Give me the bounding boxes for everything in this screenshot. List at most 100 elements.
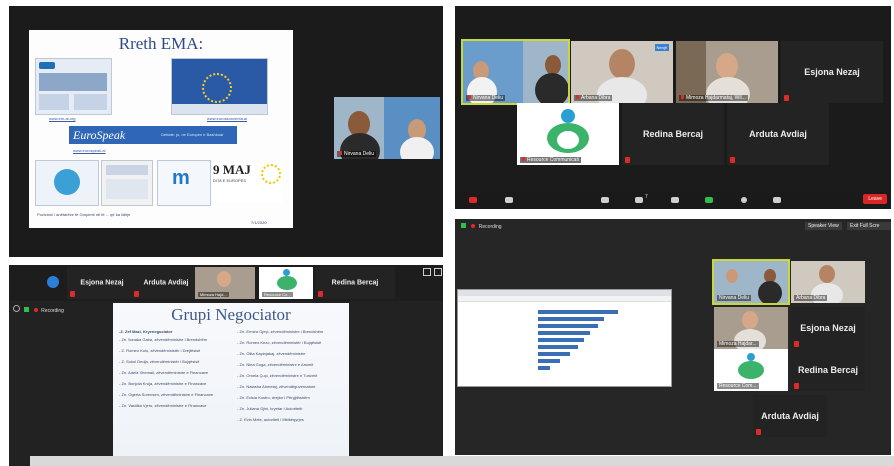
strip-tile-esjona-nezaj[interactable]: Esjona Nezaj <box>67 267 137 299</box>
person-avatar <box>545 55 561 75</box>
record-dot-icon <box>471 224 476 228</box>
website-thumbnail-bottom-left <box>35 160 99 206</box>
video-tile-nirvana-deliu[interactable]: Nirvana Deliu <box>461 39 570 105</box>
mic-muted-icon <box>625 157 630 163</box>
resource-logo-icon <box>277 269 297 291</box>
strip-tile-redina-bercaj[interactable]: Redina Bercaj <box>315 267 395 299</box>
website-thumbnail-bottom-mid <box>101 160 153 206</box>
date-badge-9-maj: 9 MAJ DITA E EUROPËS <box>213 162 283 202</box>
browser-address-bar <box>458 296 671 302</box>
info-icon <box>13 305 20 312</box>
chart-bar <box>538 338 584 342</box>
participants-count: 7 <box>645 194 648 200</box>
meeting-panel-bottom-right: Recording Speaker View Exit Full Scre Ni… <box>455 219 891 455</box>
participants-icon[interactable] <box>635 197 643 203</box>
mic-muted-icon <box>730 157 735 163</box>
speaker-view-button[interactable]: Speaker View <box>805 222 842 230</box>
chart-bar <box>538 310 618 314</box>
video-tile-redina-bercaj[interactable]: Redina Bercaj <box>622 103 724 165</box>
strip-nav-left-button[interactable] <box>47 276 59 288</box>
video-camera-icon[interactable] <box>505 197 513 203</box>
video-tile-arduta-avdiaj[interactable]: Arduta Avdiaj <box>753 395 827 437</box>
list-item: - Z. Sokol Dedja, zëvendëministër i Bujq… <box>119 359 200 364</box>
list-item: - Zn. Evisia Kostro, drejtor i Përgjiths… <box>237 395 310 400</box>
eu-stars-icon-small <box>261 164 281 184</box>
list-item: - Zn. Bonjola Kruja, zëvendëministre e F… <box>119 381 207 386</box>
shield-icon <box>24 307 30 312</box>
mic-muted-icon <box>70 291 75 297</box>
participant-name: Esjona Nezaj <box>804 67 860 77</box>
strip-tile-mimoza[interactable]: Mimoza Hajd... <box>195 267 255 299</box>
chart-bar <box>538 317 604 321</box>
share-screen-icon[interactable] <box>705 197 713 203</box>
chart-bar <box>538 345 578 349</box>
ema-logo-icon <box>39 62 55 69</box>
participant-name-label: Mimoza Hajdarmataj, Wil... <box>679 95 748 101</box>
mic-muted-icon <box>134 291 139 297</box>
slide-caption: Pozicioni i anëtarëve të Grupimit në të … <box>37 212 131 217</box>
mic-muted-icon <box>318 291 323 297</box>
video-tile-nirvana-deliu[interactable]: Nirvana Deliu <box>334 97 440 159</box>
video-tile-arbana-dibra[interactable]: Arbana Dibra <box>791 261 865 303</box>
mic-muted-icon <box>784 95 789 101</box>
bar-chart <box>498 308 658 380</box>
list-item: - Zn. Ogerta Sorensen, zëvendëministre e… <box>119 392 214 397</box>
gallery-view-icon[interactable] <box>423 268 431 276</box>
person-avatar <box>400 137 434 159</box>
strip-tile-arduta-avdiaj[interactable]: Arduta Avdiaj <box>131 267 201 299</box>
video-tile-arduta-avdiaj[interactable]: Arduta Avdiaj <box>727 103 829 165</box>
participant-name: Esjona Nezaj <box>80 279 124 287</box>
exit-fullscreen-button[interactable]: Exit Full Scre <box>847 222 891 230</box>
eurospeak-banner: EuroSpeak Debate: jo, ne Europen e Bashk… <box>69 126 237 144</box>
person-avatar <box>726 269 738 283</box>
website-thumbnail-ema <box>35 58 112 115</box>
participant-name: Arduta Avdiaj <box>749 129 807 139</box>
slide-link-eurospeak[interactable]: www.eurospeak.al <box>73 148 105 153</box>
strip-tile-resource[interactable]: Resource Co... <box>259 267 313 299</box>
person-avatar <box>609 49 635 79</box>
chart-bar <box>538 331 590 335</box>
list-item: - Zn. Juliana Gjini, kryetar i Autoritet… <box>237 406 303 411</box>
person-avatar <box>535 73 568 103</box>
video-tile-mimoza[interactable]: Mimoza Hajdar... <box>714 307 788 349</box>
participant-name-label: Arbana Dibra <box>794 295 828 301</box>
slide-title: Rreth EMA: <box>118 34 204 53</box>
slide-column-left: -Z. Zef Mazi, Kryenegociator - Zn. Ilona… <box>119 329 225 408</box>
microphone-icon[interactable] <box>469 197 477 203</box>
person-avatar <box>742 311 758 329</box>
list-item: - Z. Romeo Kolo, zëvendëministër i Drejt… <box>119 348 201 353</box>
chat-icon[interactable] <box>671 197 679 203</box>
mic-muted-icon <box>468 95 471 99</box>
list-item: - Z. Evin Mele, autoriteti i Mbikëqyrjes <box>237 417 304 422</box>
eurospeak-logo: EuroSpeak <box>73 128 126 142</box>
mic-muted-icon <box>794 383 799 389</box>
participant-name: Arduta Avdiaj <box>761 411 819 421</box>
video-tile-esjona-nezaj[interactable]: Esjona Nezaj <box>781 41 883 103</box>
status-badge: Nenjë <box>654 44 669 51</box>
shared-browser-window <box>457 289 672 387</box>
list-item: - Zn. Ilonaka Gaba, zëvendëministre i Br… <box>119 337 208 342</box>
video-tile-resource[interactable]: Resource Com... <box>714 349 788 391</box>
record-icon[interactable] <box>741 197 747 203</box>
fullscreen-icon[interactable] <box>434 268 442 276</box>
video-tile-redina-bercaj[interactable]: Redina Bercaj <box>791 349 865 391</box>
mic-muted-icon <box>339 151 342 155</box>
list-item: - Zn. Vasilika Vjero, zëvendëministre e … <box>119 403 207 408</box>
video-tile-esjona-nezaj[interactable]: Esjona Nezaj <box>791 307 865 349</box>
video-tile-mimoza-hajdarmataj[interactable]: Mimoza Hajdarmataj, Wil... <box>676 41 778 103</box>
participant-name: Redina Bercaj <box>331 279 379 287</box>
video-tile-nirvana-deliu[interactable]: Nirvana Deliu <box>712 259 790 305</box>
shared-slide-rreth-ema: Rreth EMA: www.em-al.org www.euroskonven… <box>29 30 293 228</box>
list-item: - Zn. Natasha Ahmetaj, zëvendëguvernator… <box>237 384 316 389</box>
participant-name-label: Mimoza Hajdar... <box>717 341 759 347</box>
slide-link-ema[interactable]: www.em-al.org <box>49 116 75 121</box>
video-tile-arbana-dibra[interactable]: Nenjë Arbana Dibra <box>571 41 673 103</box>
participant-name: Esjona Nezaj <box>800 323 856 333</box>
slide-title: Grupi Negociator <box>171 305 291 324</box>
meeting-panel-top-right: Nirvana Deliu Nenjë Arbana Dibra Mimoza … <box>455 6 891 209</box>
slide-link-euroskonventa[interactable]: www.euroskonventa.al <box>207 116 247 121</box>
security-icon[interactable] <box>601 197 609 203</box>
video-tile-resource-communicati[interactable]: Resource Communicati <box>517 103 619 165</box>
reactions-icon[interactable] <box>773 197 781 203</box>
leave-button[interactable]: Leave <box>863 194 887 204</box>
